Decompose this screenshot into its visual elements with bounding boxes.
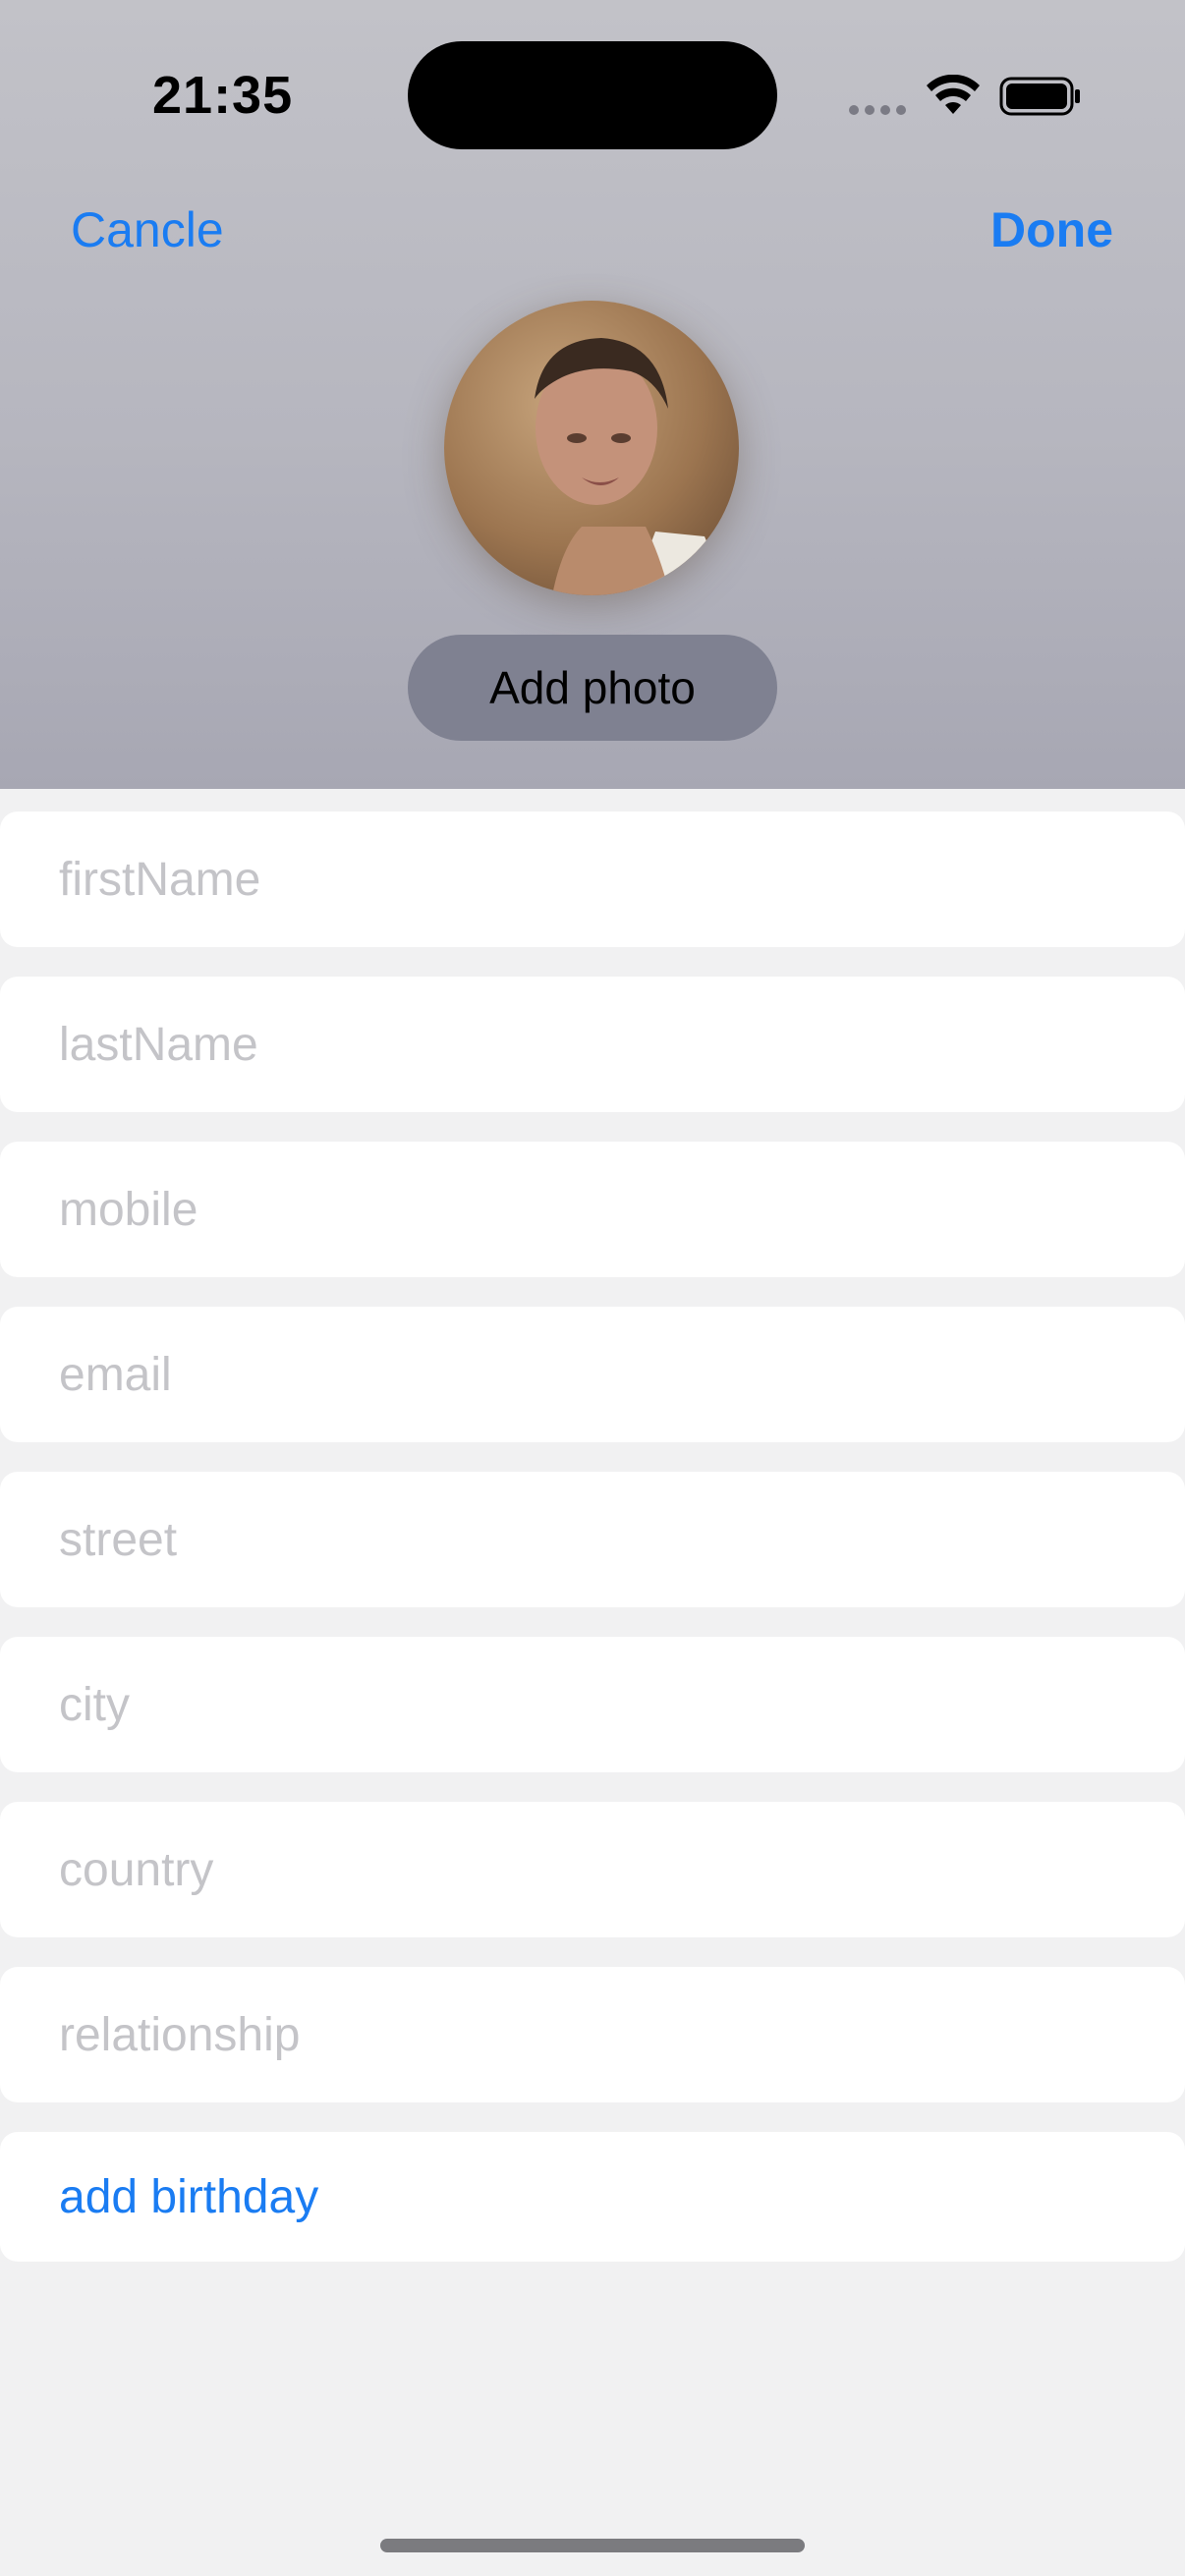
done-button[interactable]: Done [990,201,1113,258]
street-field[interactable] [0,1472,1185,1607]
last-name-field[interactable] [0,977,1185,1112]
status-time: 21:35 [152,66,294,125]
email-field[interactable] [0,1307,1185,1442]
email-input[interactable] [59,1347,1120,1402]
contact-form: add birthday [0,812,1185,2262]
mobile-field[interactable] [0,1142,1185,1277]
country-input[interactable] [59,1842,1120,1897]
first-name-field[interactable] [0,812,1185,947]
last-name-input[interactable] [59,1017,1120,1072]
wifi-icon [927,75,980,114]
avatar[interactable] [444,301,739,595]
relationship-input[interactable] [59,2007,1120,2062]
home-indicator[interactable] [380,2539,805,2552]
profile-header: 21:35 Cancle Done Add photo [0,0,1185,789]
cellular-signal-icon [849,102,912,120]
city-field[interactable] [0,1637,1185,1772]
street-input[interactable] [59,1512,1120,1567]
add-photo-button[interactable]: Add photo [408,635,777,741]
cancel-button[interactable]: Cancle [71,201,224,258]
dynamic-island [408,41,777,149]
avatar-photo [444,301,739,595]
country-field[interactable] [0,1802,1185,1937]
relationship-field[interactable] [0,1967,1185,2102]
battery-icon [999,77,1080,116]
mobile-input[interactable] [59,1182,1120,1237]
first-name-input[interactable] [59,852,1120,907]
add-birthday-button[interactable]: add birthday [0,2132,1185,2262]
city-input[interactable] [59,1677,1120,1732]
